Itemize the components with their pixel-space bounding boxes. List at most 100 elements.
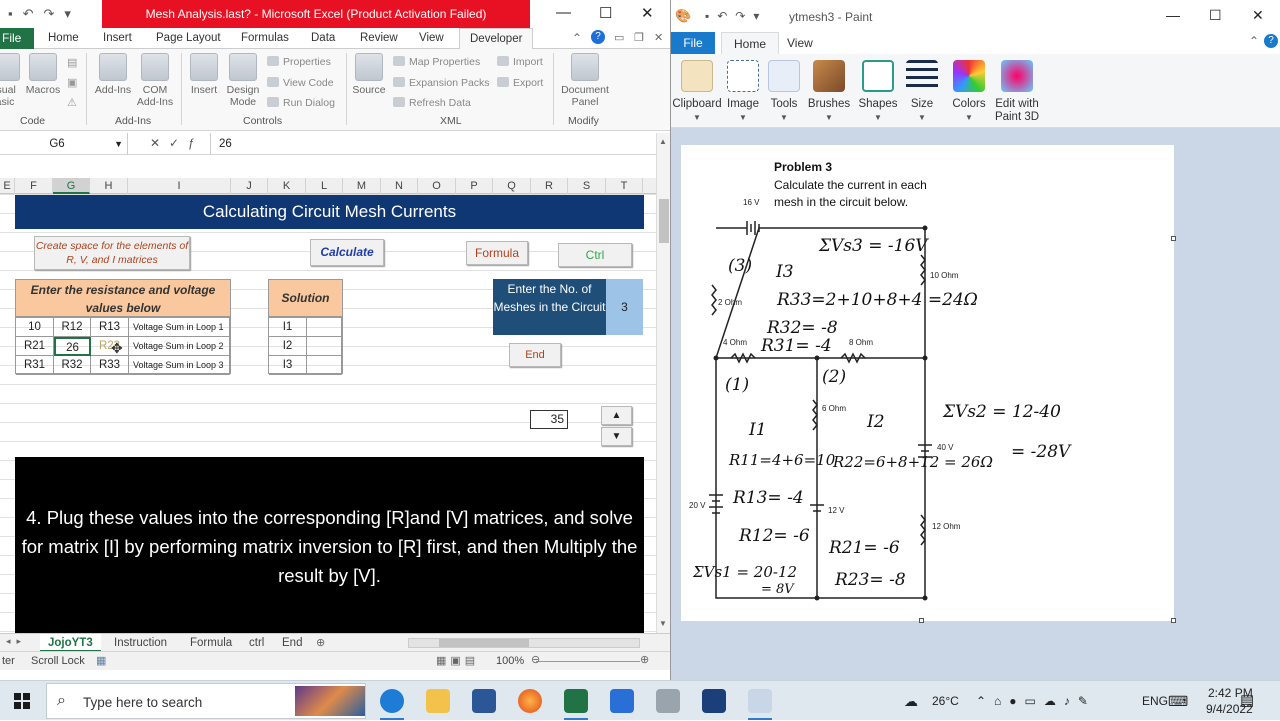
- tray-icons[interactable]: ⌃⌂●▭☁♪✎: [976, 681, 1096, 721]
- tab-formulas[interactable]: Formulas: [241, 28, 289, 49]
- formula-buttons[interactable]: ✕✓ƒ: [150, 136, 204, 150]
- app-icon[interactable]: [702, 689, 726, 713]
- scroll-up-icon[interactable]: ▲: [659, 137, 667, 146]
- column-header[interactable]: I: [128, 178, 231, 194]
- brushes-button[interactable]: Brushes ▼: [805, 60, 853, 124]
- app-icon[interactable]: [610, 689, 634, 713]
- redo-icon[interactable]: ↷: [44, 6, 55, 22]
- source-button[interactable]: Source: [351, 53, 387, 96]
- zoom-slider[interactable]: [536, 661, 640, 662]
- zoom-out-icon[interactable]: ⊖: [531, 653, 540, 666]
- column-header[interactable]: H: [90, 178, 128, 194]
- formula-input[interactable]: 26: [210, 133, 650, 155]
- tab-review[interactable]: Review: [360, 28, 398, 49]
- edge-icon[interactable]: [380, 689, 404, 713]
- com-addins-button[interactable]: COM Add-Ins: [134, 53, 176, 108]
- undo-icon[interactable]: ↶: [23, 6, 34, 22]
- zoom-in-icon[interactable]: ⊕: [640, 653, 649, 666]
- view-mode-icons[interactable]: ▦▣▤: [436, 654, 479, 667]
- worksheet-grid[interactable]: Calculating Circuit Mesh Currents Create…: [0, 194, 656, 634]
- column-header[interactable]: N: [381, 178, 418, 194]
- clipboard-button[interactable]: Clipboard ▼: [671, 60, 723, 124]
- tab-page-layout[interactable]: Page Layout: [156, 28, 221, 49]
- cell-r31[interactable]: R31: [16, 356, 54, 375]
- column-header[interactable]: E: [0, 178, 15, 194]
- paint-maximize-icon[interactable]: ☐: [1209, 7, 1222, 24]
- cell-r23[interactable]: R23: [91, 337, 129, 356]
- paint-close-icon[interactable]: ✕: [1252, 7, 1264, 24]
- paint-help-icon[interactable]: ?: [1264, 34, 1278, 48]
- tab-file[interactable]: File: [0, 28, 34, 49]
- cell-i2-value[interactable]: [307, 337, 342, 356]
- maximize-icon[interactable]: ☐: [599, 4, 612, 22]
- map-properties-button[interactable]: Map Properties: [393, 56, 480, 68]
- shapes-button[interactable]: Shapes ▼: [858, 60, 898, 124]
- customize-qat-icon[interactable]: ▾: [64, 6, 71, 22]
- keyboard-icon[interactable]: ⌨: [1168, 681, 1188, 721]
- sheet-tab-end[interactable]: End: [274, 634, 310, 652]
- paint-qat-icons[interactable]: ▪↶↷▾: [705, 9, 767, 23]
- column-header[interactable]: F: [15, 178, 53, 194]
- file-explorer-icon[interactable]: [426, 689, 450, 713]
- run-dialog-button[interactable]: Run Dialog: [267, 97, 335, 109]
- refresh-data-button[interactable]: Refresh Data: [393, 97, 471, 109]
- sheet-tab-ctrl[interactable]: ctrl: [241, 634, 272, 652]
- scroll-down-icon[interactable]: ▼: [659, 619, 667, 628]
- weather-temp[interactable]: 26°C: [932, 681, 959, 721]
- spinner-down-icon[interactable]: ▼: [601, 427, 632, 446]
- scroll-thumb[interactable]: [659, 199, 669, 243]
- column-header[interactable]: S: [568, 178, 606, 194]
- cell-i1[interactable]: I1: [269, 318, 307, 337]
- properties-button[interactable]: Properties: [267, 56, 331, 68]
- column-header[interactable]: T: [606, 178, 643, 194]
- image-button[interactable]: Image ▼: [725, 60, 761, 124]
- notification-icon[interactable]: ▤: [1240, 681, 1254, 721]
- paint-minimize-icon[interactable]: —: [1166, 7, 1180, 23]
- column-header[interactable]: Q: [493, 178, 531, 194]
- column-header[interactable]: L: [306, 178, 343, 194]
- sheet-tab-instruction[interactable]: Instruction: [106, 634, 175, 652]
- name-box-dropdown-icon[interactable]: ▼: [114, 133, 123, 155]
- cell-r12[interactable]: R12: [54, 318, 91, 337]
- minimize-icon[interactable]: —: [556, 4, 571, 21]
- close-icon[interactable]: ✕: [641, 4, 654, 22]
- tab-home[interactable]: Home: [48, 28, 79, 49]
- canvas-resize-handle[interactable]: [919, 618, 924, 623]
- column-header[interactable]: K: [268, 178, 306, 194]
- end-button[interactable]: End: [509, 343, 561, 367]
- paint-tab-home[interactable]: Home: [721, 32, 780, 54]
- close-workbook-icon[interactable]: ✕: [654, 31, 663, 44]
- paint-canvas[interactable]: Problem 3 Calculate the current in each …: [681, 145, 1174, 621]
- horizontal-scrollbar[interactable]: [408, 638, 640, 648]
- cell-r33[interactable]: R33: [91, 356, 129, 375]
- start-icon[interactable]: [14, 693, 30, 709]
- cell-r22-selected[interactable]: 26: [54, 337, 91, 356]
- cell-r11[interactable]: 10: [16, 318, 54, 337]
- tab-developer[interactable]: Developer: [459, 28, 534, 49]
- paint-icon[interactable]: [748, 689, 772, 713]
- cell-r32[interactable]: R32: [54, 356, 91, 375]
- sheet-nav-icons[interactable]: ◂▸: [6, 636, 27, 647]
- tab-view[interactable]: View: [419, 28, 444, 49]
- column-header[interactable]: R: [531, 178, 568, 194]
- weather-icon[interactable]: ☁: [904, 681, 918, 721]
- save-icon[interactable]: ▪: [8, 6, 13, 22]
- firefox-icon[interactable]: [518, 689, 542, 713]
- new-sheet-icon[interactable]: ⊕: [316, 636, 325, 649]
- canvas-resize-handle[interactable]: [1171, 618, 1176, 623]
- cell-r21[interactable]: R21: [16, 337, 54, 356]
- calculate-button[interactable]: Calculate: [310, 239, 384, 266]
- cell-r13[interactable]: R13: [91, 318, 129, 337]
- taskbar-search[interactable]: ⌕ Type here to search: [46, 683, 366, 719]
- collapse-ribbon-icon[interactable]: ⌃: [572, 31, 582, 45]
- paint-tab-view[interactable]: View: [787, 32, 813, 54]
- cell-v3[interactable]: Voltage Sum in Loop 3: [129, 356, 230, 375]
- zoom-level[interactable]: 100%: [496, 655, 524, 667]
- help-icon[interactable]: ?: [591, 30, 605, 44]
- paint-tab-file[interactable]: File: [671, 32, 715, 54]
- paint-collapse-icon[interactable]: ⌃: [1249, 34, 1259, 48]
- column-header[interactable]: J: [231, 178, 268, 194]
- size-button[interactable]: Size ▼: [904, 60, 940, 124]
- column-header-selected[interactable]: G: [53, 178, 90, 194]
- canvas-resize-handle[interactable]: [1171, 236, 1176, 241]
